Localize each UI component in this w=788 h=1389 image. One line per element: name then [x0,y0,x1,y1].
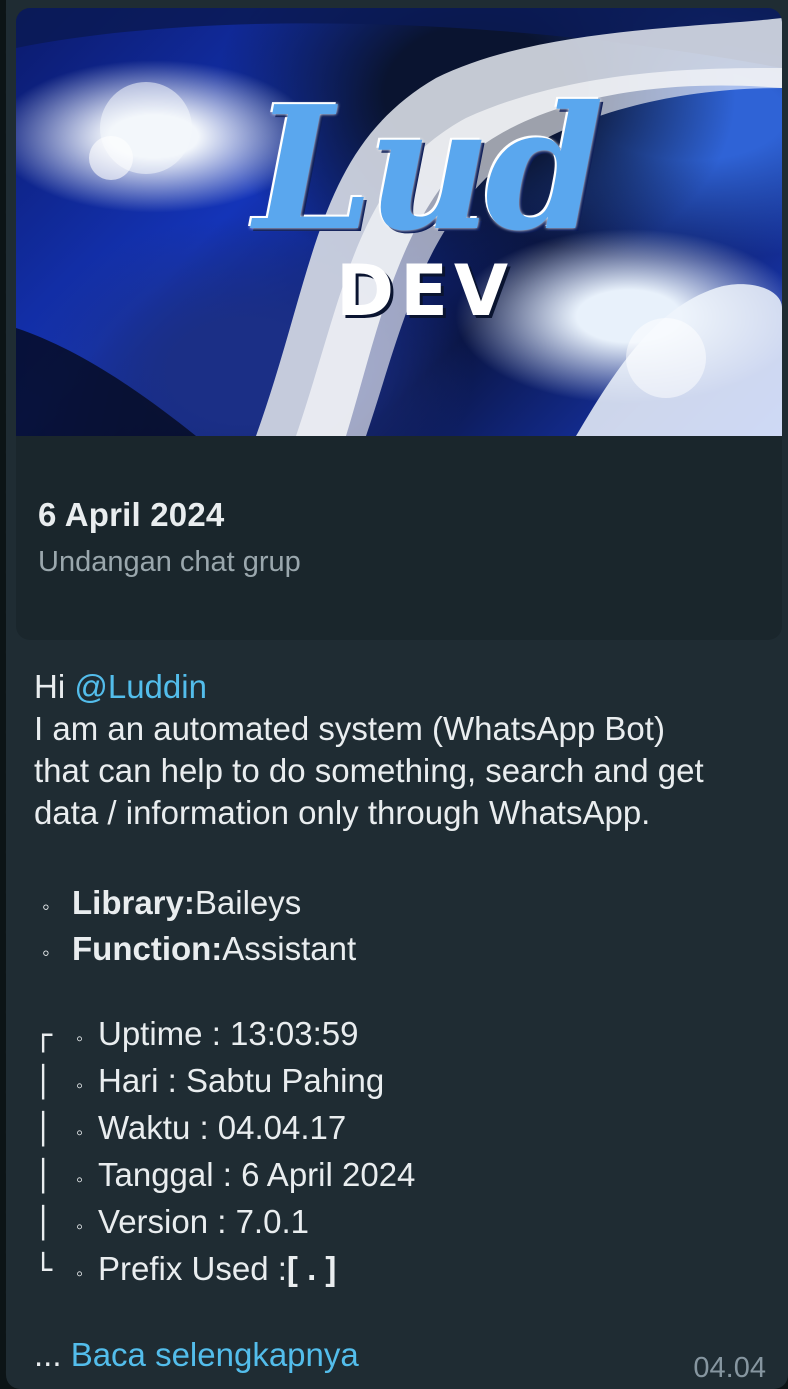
stat-row: │ ◦ Hari : Sabtu Pahing [34,1057,774,1104]
frame-corner-top: ┌ [34,1018,53,1053]
stat-tanggal: Tanggal : 6 April 2024 [98,1156,416,1193]
group-banner-image[interactable]: Lud DEV [16,8,782,436]
invite-title: 6 April 2024 [38,496,225,533]
bullet-icon: ◦ [76,1028,84,1050]
banner-logo-sub: DEV [336,250,515,332]
bullet-icon: ◦ [76,1122,84,1144]
bullet-icon: ◦ [76,1075,84,1097]
stat-row: └ ◦ Prefix Used : [ . ] [34,1245,774,1292]
bullet-value: Baileys [194,884,302,921]
ellipsis-text: ... [34,1336,71,1373]
stat-waktu: Waktu : 04.04.17 [98,1109,347,1146]
prefix-value: [ . ] [286,1250,337,1287]
frame-line: │ [34,1112,53,1147]
stat-uptime: Uptime : 13:03:59 [98,1015,359,1052]
read-more-row: ... Baca selengkapnya [34,1336,359,1374]
group-invite-card[interactable]: Lud DEV 6 April 2024 Undangan chat grup [16,8,782,640]
message-timestamp: 04.04 [693,1352,766,1384]
frame-corner-bottom: └ [34,1253,53,1288]
message-bubble[interactable]: Lud DEV 6 April 2024 Undangan chat grup … [6,0,788,1389]
bullet-label: Function: [72,930,223,967]
intro-line-1: I am an automated system (WhatsApp Bot) [34,710,665,747]
intro-line-2: that can help to do something, search an… [34,752,704,789]
greeting-line: Hi @Luddin [34,666,774,708]
intro-line-3: data / information only through WhatsApp… [34,794,651,831]
invite-subtitle: Undangan chat grup [38,546,301,578]
frame-line: │ [34,1065,53,1100]
stat-hari: Hari : Sabtu Pahing [98,1062,385,1099]
mention-link[interactable]: @Luddin [74,668,207,705]
bullet-label: Library: [72,884,195,921]
stat-row: │ ◦ Version : 7.0.1 [34,1198,774,1245]
bullet-icon: ◦ [76,1263,84,1285]
bullet-value: Assistant [222,930,357,967]
frame-line: │ [34,1159,53,1194]
stat-prefix: Prefix Used : [98,1250,287,1287]
bullet-icon: ◦ [42,894,50,919]
stat-row: ┌ ◦ Uptime : 13:03:59 [34,1010,774,1057]
list-item: ◦ Function: Assistant [34,926,774,972]
bullet-icon: ◦ [42,940,50,965]
banner-logo-main: Lud [254,69,604,269]
read-more-link[interactable]: Baca selengkapnya [71,1336,359,1373]
stat-row: │ ◦ Waktu : 04.04.17 [34,1104,774,1151]
message-text: Hi @Luddin I am an automated system (Wha… [34,666,774,1292]
list-item: ◦ Library: Baileys [34,880,774,926]
bullet-icon: ◦ [76,1169,84,1191]
bullet-icon: ◦ [76,1216,84,1238]
frame-line: │ [34,1206,53,1241]
greeting-text: Hi [34,668,75,705]
stat-version: Version : 7.0.1 [98,1203,309,1240]
stat-row: │ ◦ Tanggal : 6 April 2024 [34,1151,774,1198]
